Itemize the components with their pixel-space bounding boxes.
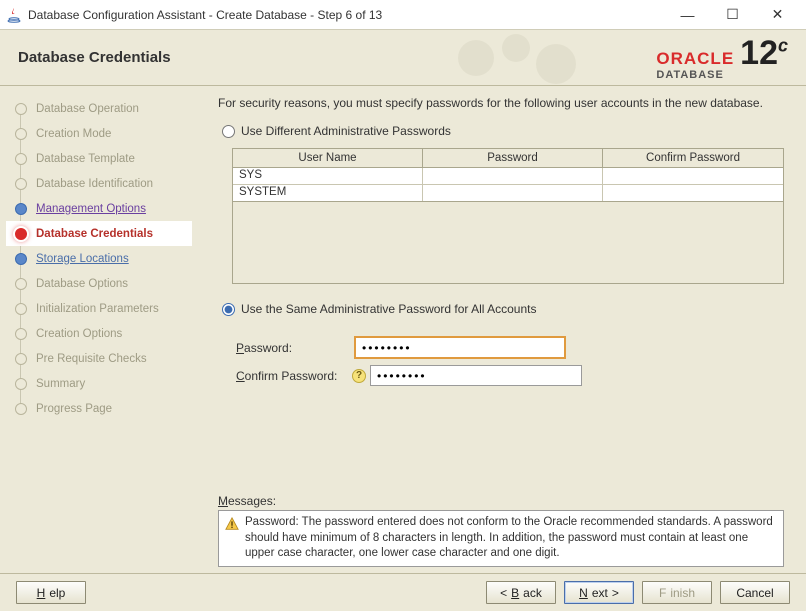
confirm-password-label: Confirm Password: — [236, 369, 354, 383]
wizard-step-10: Pre Requisite Checks — [6, 346, 192, 371]
wizard-step-6[interactable]: Storage Locations — [6, 246, 192, 271]
wizard-step-2: Database Template — [6, 146, 192, 171]
wizard-step-9: Creation Options — [6, 321, 192, 346]
titlebar: Database Configuration Assistant - Creat… — [0, 0, 806, 30]
instruction-text: For security reasons, you must specify p… — [218, 96, 784, 110]
password-label: Password: — [236, 341, 354, 355]
page-title: Database Credentials — [18, 49, 171, 66]
wizard-sidebar: Database Operation Creation Mode Database … — [0, 86, 196, 573]
radio-different-input[interactable] — [222, 125, 235, 138]
help-icon[interactable]: ? — [352, 369, 366, 383]
wizard-step-11: Summary — [6, 371, 192, 396]
finish-button: Finish — [642, 581, 712, 604]
wizard-step-3: Database Identification — [6, 171, 192, 196]
wizard-step-label: Database Credentials — [36, 228, 153, 240]
maximize-button[interactable]: ☐ — [710, 1, 755, 29]
logo-brand: ORACLE — [656, 49, 734, 69]
table-row: SYSTEM — [233, 185, 783, 201]
wizard-step-link[interactable]: Storage Locations — [36, 253, 129, 265]
radio-same-password[interactable]: Use the Same Administrative Password for… — [222, 302, 784, 316]
next-button[interactable]: Next > — [564, 581, 634, 604]
wizard-step-label: Initialization Parameters — [36, 303, 159, 315]
logo-subtext: DATABASE — [656, 69, 734, 81]
th-user: User Name — [233, 149, 423, 167]
wizard-step-label: Summary — [36, 378, 85, 390]
password-table-padding — [232, 202, 784, 284]
minimize-button[interactable]: — — [665, 1, 710, 29]
th-confirm: Confirm Password — [603, 149, 783, 167]
password-table: User Name Password Confirm Password SYSS… — [232, 148, 784, 202]
window-title: Database Configuration Assistant - Creat… — [28, 8, 665, 22]
wizard-step-label: Database Template — [36, 153, 135, 165]
wizard-step-7: Database Options — [6, 271, 192, 296]
oracle-logo: ORACLE DATABASE 12c — [656, 36, 788, 81]
wizard-step-4[interactable]: Management Options — [6, 196, 192, 221]
th-password: Password — [423, 149, 603, 167]
wizard-step-label: Pre Requisite Checks — [36, 353, 147, 365]
messages-box: Password: The password entered does not … — [218, 510, 784, 567]
wizard-step-label: Creation Options — [36, 328, 122, 340]
wizard-step-5: Database Credentials — [6, 221, 192, 246]
cancel-button[interactable]: Cancel — [720, 581, 790, 604]
cell-username: SYS — [233, 168, 423, 184]
wizard-step-0: Database Operation — [6, 96, 192, 121]
wizard-step-label: Creation Mode — [36, 128, 111, 140]
help-button[interactable]: Help — [16, 581, 86, 604]
main-content: For security reasons, you must specify p… — [196, 86, 806, 573]
wizard-step-link[interactable]: Management Options — [36, 203, 146, 215]
radio-same-input[interactable] — [222, 303, 235, 316]
messages-text: Password: The password entered does not … — [245, 515, 777, 562]
java-icon — [6, 7, 22, 23]
radio-different-passwords[interactable]: Use Different Administrative Passwords — [222, 124, 784, 138]
cell-confirm-password[interactable] — [603, 185, 783, 201]
cell-password[interactable] — [423, 185, 603, 201]
warning-icon — [225, 517, 239, 531]
password-input[interactable] — [354, 336, 566, 359]
radio-same-label: Use the Same Administrative Password for… — [241, 302, 536, 316]
wizard-step-8: Initialization Parameters — [6, 296, 192, 321]
gears-decoration — [446, 30, 606, 86]
wizard-step-label: Database Operation — [36, 103, 139, 115]
wizard-step-label: Progress Page — [36, 403, 112, 415]
cell-password[interactable] — [423, 168, 603, 184]
table-row: SYS — [233, 168, 783, 185]
wizard-step-12: Progress Page — [6, 396, 192, 421]
cell-username: SYSTEM — [233, 185, 423, 201]
window-buttons: — ☐ ✕ — [665, 1, 800, 29]
radio-different-label: Use Different Administrative Passwords — [241, 124, 451, 138]
logo-version: 12c — [740, 36, 788, 70]
wizard-step-1: Creation Mode — [6, 121, 192, 146]
close-button[interactable]: ✕ — [755, 1, 800, 29]
confirm-password-input[interactable] — [370, 365, 582, 386]
wizard-step-label: Database Options — [36, 278, 128, 290]
back-button[interactable]: < Back — [486, 581, 556, 604]
messages-label: Messages: — [218, 494, 784, 508]
wizard-footer: Help < Back Next > Finish Cancel — [0, 573, 806, 611]
cell-confirm-password[interactable] — [603, 168, 783, 184]
page-header: Database Credentials ORACLE DATABASE 12c — [0, 30, 806, 86]
wizard-step-label: Database Identification — [36, 178, 153, 190]
